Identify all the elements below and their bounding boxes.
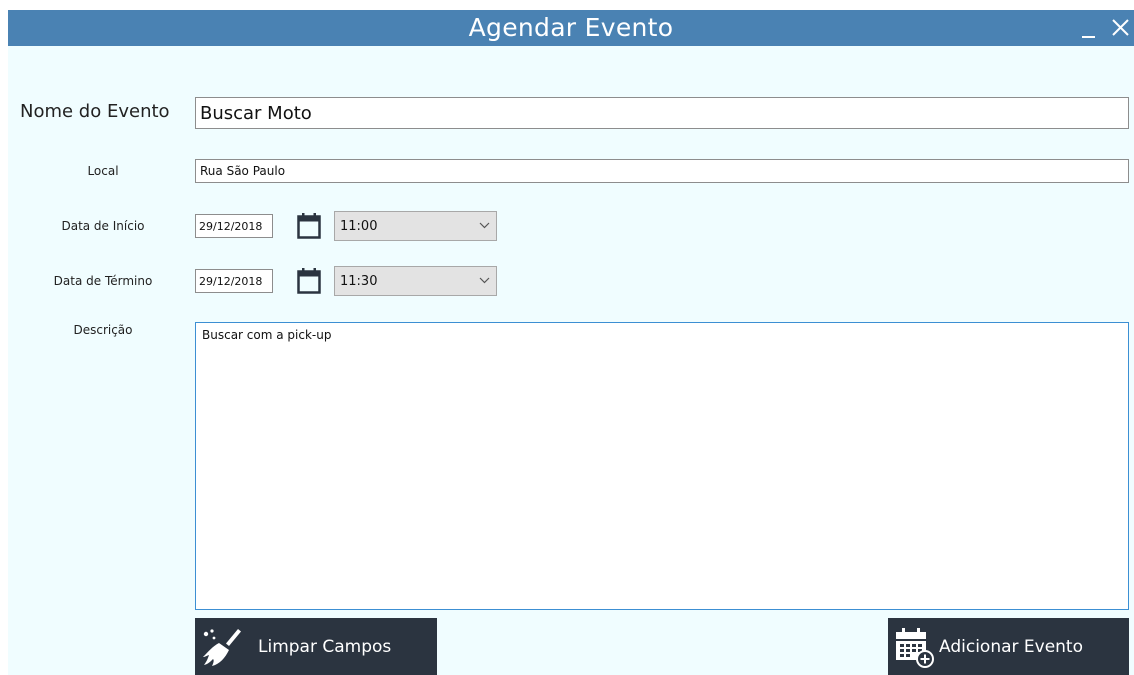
calendar-icon[interactable] [297,268,321,298]
close-icon[interactable] [1106,10,1134,46]
limpar-campos-button[interactable]: Limpar Campos [195,618,437,675]
limpar-campos-label: Limpar Campos [258,637,392,657]
hora-inicio-select[interactable]: 11:00 [334,211,497,241]
agendar-evento-window: Agendar Evento Nome do Evento Local Data… [8,10,1134,675]
adicionar-evento-button[interactable]: Adicionar Evento [888,618,1129,675]
nome-evento-label: Nome do Evento [20,101,170,122]
broom-icon [201,628,245,672]
chevron-down-icon [479,222,490,229]
descricao-label: Descrição [73,323,133,337]
data-termino-label: Data de Término [53,274,153,288]
title-bar[interactable]: Agendar Evento [8,10,1134,46]
data-inicio-input[interactable] [195,214,273,238]
hora-termino-select[interactable]: 11:30 [334,266,497,296]
data-termino-input[interactable] [195,269,273,293]
descricao-textarea[interactable]: Buscar com a pick-up [195,322,1129,610]
chevron-down-icon [479,277,490,284]
local-input[interactable] [195,159,1129,183]
nome-evento-input[interactable] [195,97,1129,129]
hora-termino-value: 11:30 [340,274,378,289]
calendar-icon[interactable] [297,213,321,243]
hora-inicio-value: 11:00 [340,219,378,234]
window-title: Agendar Evento [468,13,674,42]
local-label: Local [87,164,119,178]
adicionar-evento-label: Adicionar Evento [939,637,1084,657]
data-inicio-label: Data de Início [61,219,145,233]
minimize-icon[interactable] [1076,10,1102,46]
calendar-add-icon [894,628,934,672]
